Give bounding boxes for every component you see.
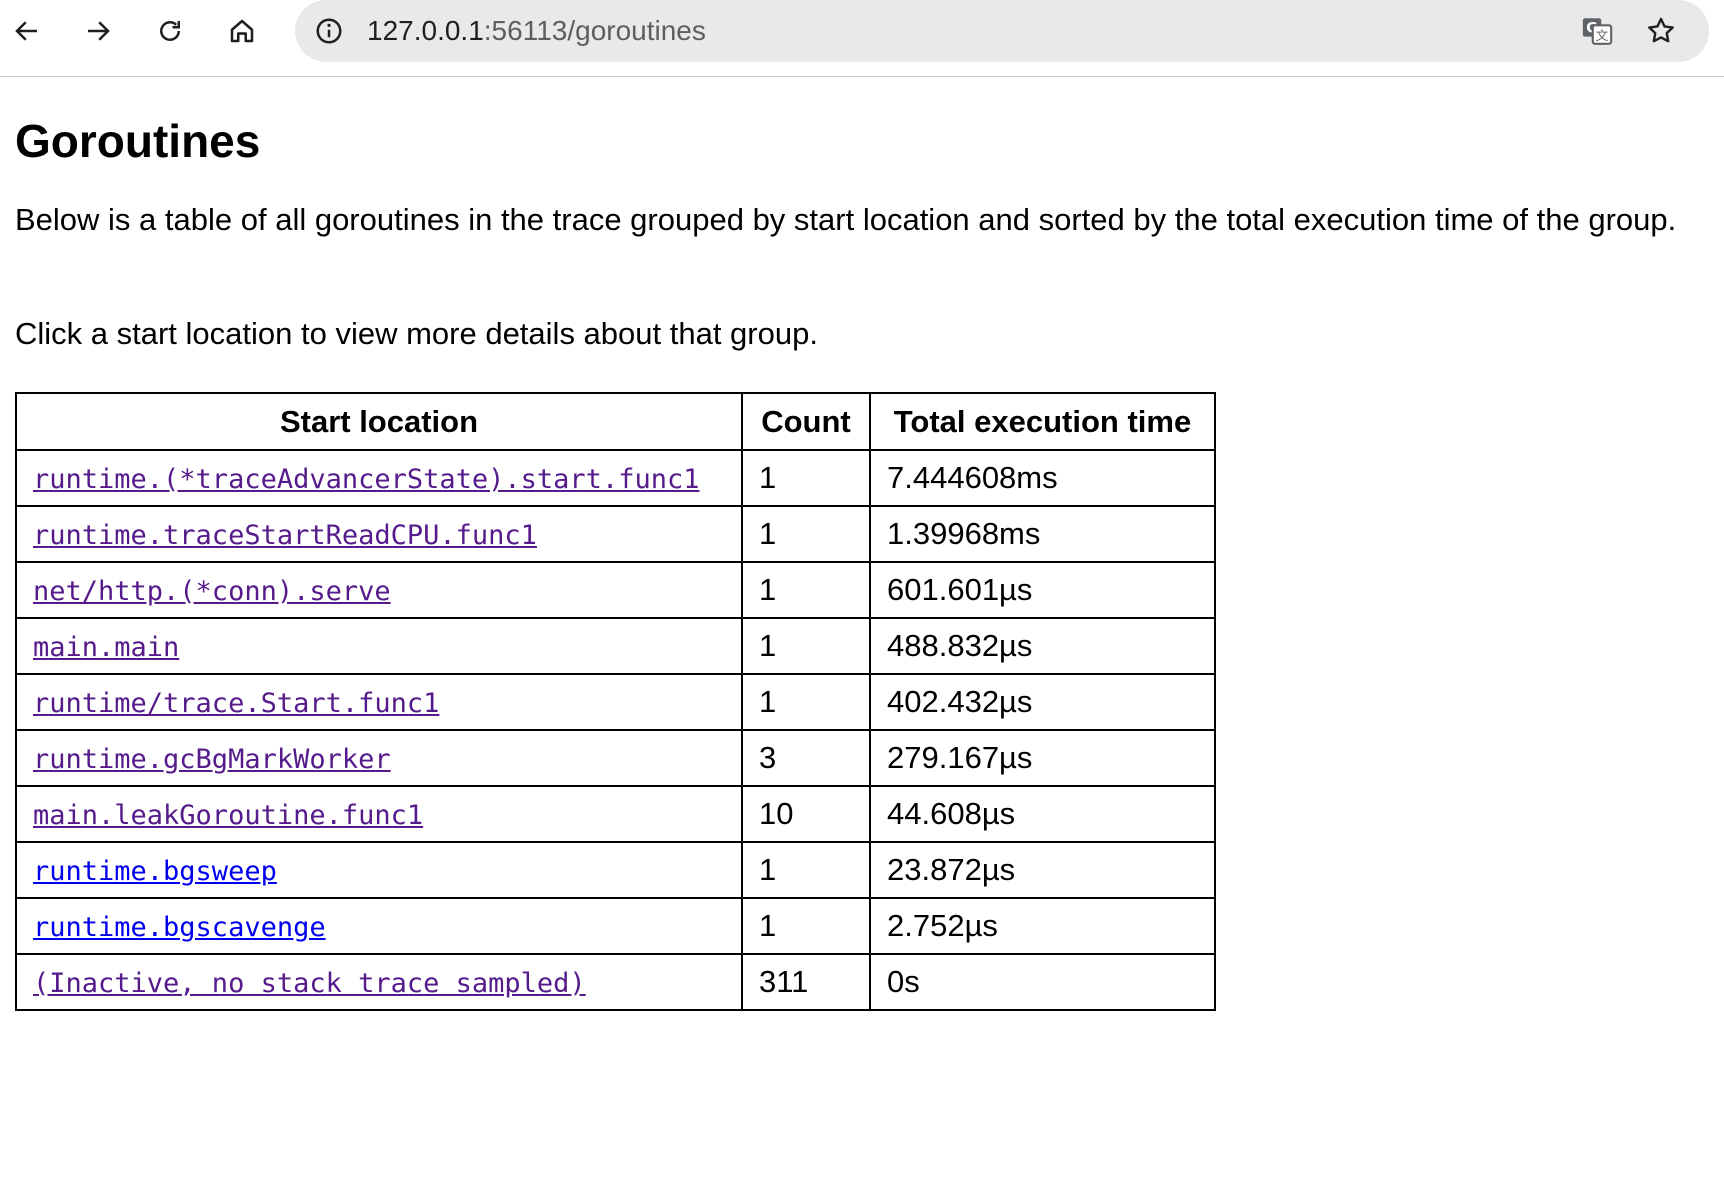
info-icon xyxy=(316,18,342,44)
count-cell: 1 xyxy=(741,561,871,619)
count-cell: 1 xyxy=(741,673,871,731)
header-total-execution-time: Total execution time xyxy=(869,392,1216,451)
start-location-cell: main.main xyxy=(15,617,743,675)
execution-time-cell: 2.752µs xyxy=(869,897,1216,955)
start-location-cell: runtime.bgsweep xyxy=(15,841,743,899)
execution-time-cell: 7.444608ms xyxy=(869,449,1216,507)
start-location-link[interactable]: (Inactive, no stack trace sampled) xyxy=(33,968,586,999)
table-header-row: Start location Count Total execution tim… xyxy=(15,392,1216,451)
table-row: main.leakGoroutine.func1 10 44.608µs xyxy=(15,785,1216,843)
table-row: (Inactive, no stack trace sampled) 311 0s xyxy=(15,953,1216,1011)
start-location-link[interactable]: net/http.(*conn).serve xyxy=(33,576,391,607)
forward-button[interactable] xyxy=(75,8,121,54)
url-host: 127.0.0.1 xyxy=(367,15,484,46)
count-cell: 1 xyxy=(741,505,871,563)
start-location-cell: runtime.traceStartReadCPU.func1 xyxy=(15,505,743,563)
start-location-cell: (Inactive, no stack trace sampled) xyxy=(15,953,743,1011)
start-location-cell: runtime.(*traceAdvancerState).start.func… xyxy=(15,449,743,507)
header-start-location: Start location xyxy=(15,392,743,451)
count-cell: 1 xyxy=(741,841,871,899)
table-row: main.main 1 488.832µs xyxy=(15,617,1216,675)
table-row: runtime.gcBgMarkWorker 3 279.167µs xyxy=(15,729,1216,787)
count-cell: 3 xyxy=(741,729,871,787)
execution-time-cell: 488.832µs xyxy=(869,617,1216,675)
arrow-left-icon xyxy=(15,21,37,41)
count-cell: 311 xyxy=(741,953,871,1011)
site-info-button[interactable] xyxy=(309,11,349,51)
start-location-cell: main.leakGoroutine.func1 xyxy=(15,785,743,843)
page-title: Goroutines xyxy=(15,115,261,167)
start-location-cell: runtime/trace.Start.func1 xyxy=(15,673,743,731)
execution-time-cell: 0s xyxy=(869,953,1216,1011)
star-icon xyxy=(1648,17,1674,43)
start-location-link[interactable]: runtime.(*traceAdvancerState).start.func… xyxy=(33,464,699,495)
reload-button[interactable] xyxy=(147,8,193,54)
count-cell: 10 xyxy=(741,785,871,843)
url-text[interactable]: 127.0.0.1:56113/goroutines xyxy=(367,14,706,48)
count-cell: 1 xyxy=(741,617,871,675)
table-row: net/http.(*conn).serve 1 601.601µs xyxy=(15,561,1216,619)
browser-toolbar: 127.0.0.1:56113/goroutines G 文 xyxy=(0,0,1724,77)
start-location-link[interactable]: runtime.traceStartReadCPU.func1 xyxy=(33,520,537,551)
header-count: Count xyxy=(741,392,871,451)
hint-paragraph: Click a start location to view more deta… xyxy=(15,316,818,351)
reload-icon xyxy=(160,21,180,41)
execution-time-cell: 279.167µs xyxy=(869,729,1216,787)
start-location-cell: runtime.gcBgMarkWorker xyxy=(15,729,743,787)
table-row: runtime.bgscavenge 1 2.752µs xyxy=(15,897,1216,955)
execution-time-cell: 402.432µs xyxy=(869,673,1216,731)
arrow-right-icon xyxy=(88,21,110,41)
start-location-link[interactable]: main.leakGoroutine.func1 xyxy=(33,800,423,831)
execution-time-cell: 601.601µs xyxy=(869,561,1216,619)
address-bar[interactable]: 127.0.0.1:56113/goroutines G 文 xyxy=(295,0,1709,62)
table-row: runtime.traceStartReadCPU.func1 1 1.39968m… xyxy=(15,505,1216,563)
execution-time-cell: 44.608µs xyxy=(869,785,1216,843)
back-button[interactable] xyxy=(4,8,50,54)
translate-button[interactable]: G 文 xyxy=(1577,11,1617,51)
start-location-link[interactable]: runtime.bgsweep xyxy=(33,856,277,887)
start-location-cell: net/http.(*conn).serve xyxy=(15,561,743,619)
start-location-link[interactable]: runtime.bgscavenge xyxy=(33,912,326,943)
table-row: runtime/trace.Start.func1 1 402.432µs xyxy=(15,673,1216,731)
table-row: runtime.(*traceAdvancerState).start.func… xyxy=(15,449,1216,507)
bookmark-button[interactable] xyxy=(1641,11,1681,51)
count-cell: 1 xyxy=(741,897,871,955)
intro-paragraph: Below is a table of all goroutines in th… xyxy=(15,202,1677,237)
home-button[interactable] xyxy=(219,8,265,54)
count-cell: 1 xyxy=(741,449,871,507)
table-row: runtime.bgsweep 1 23.872µs xyxy=(15,841,1216,899)
execution-time-cell: 23.872µs xyxy=(869,841,1216,899)
goroutines-table: Start location Count Total execution tim… xyxy=(15,392,1216,1011)
start-location-cell: runtime.bgscavenge xyxy=(15,897,743,955)
start-location-link[interactable]: runtime/trace.Start.func1 xyxy=(33,688,439,719)
execution-time-cell: 1.39968ms xyxy=(869,505,1216,563)
start-location-link[interactable]: main.main xyxy=(33,632,179,663)
translate-icon: G 文 xyxy=(1582,18,1613,45)
home-icon xyxy=(230,19,254,43)
start-location-link[interactable]: runtime.gcBgMarkWorker xyxy=(33,744,391,775)
svg-text:文: 文 xyxy=(1596,29,1609,44)
url-path: :56113/goroutines xyxy=(483,15,706,46)
